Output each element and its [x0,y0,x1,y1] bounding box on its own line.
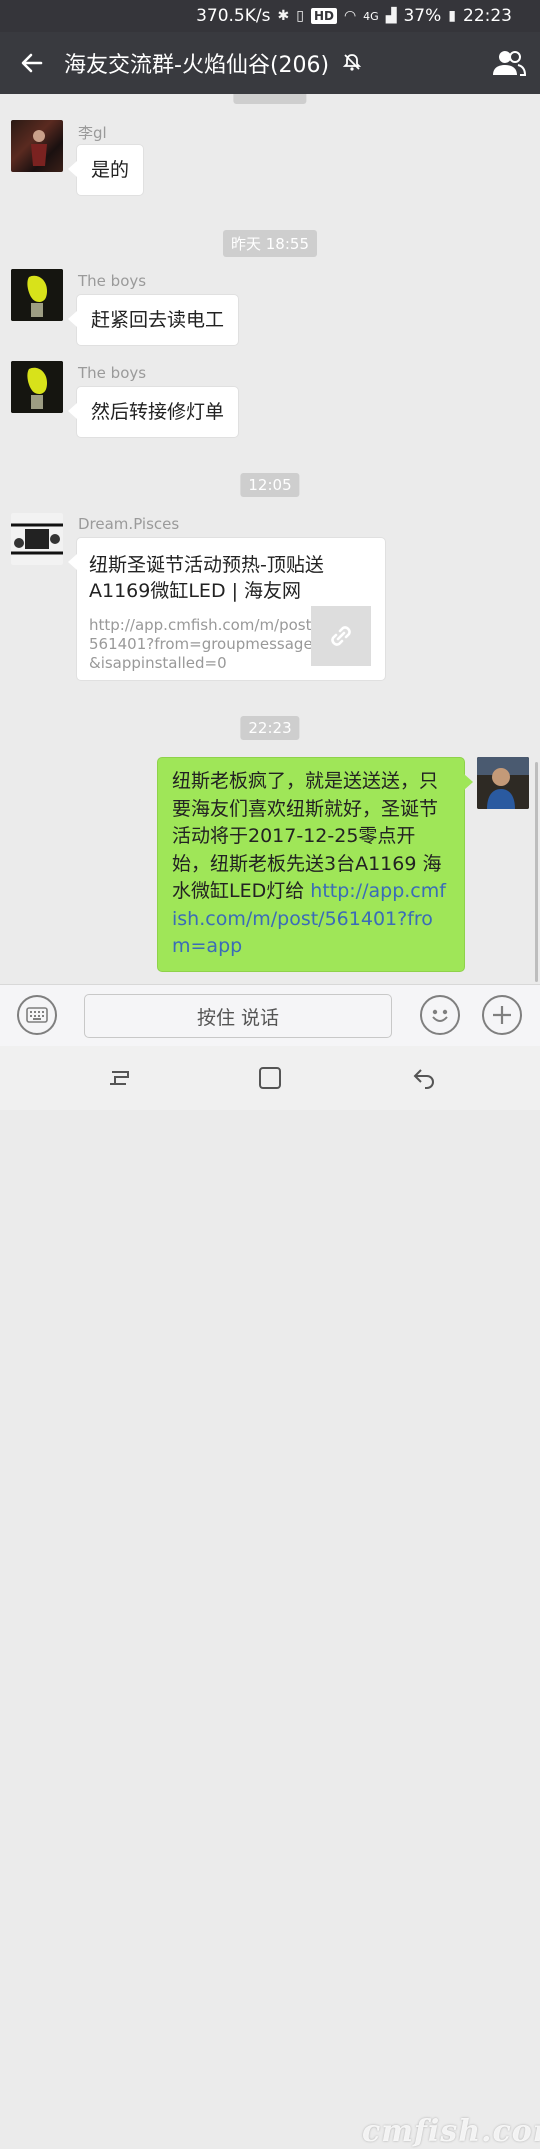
back-nav-icon [413,1069,434,1089]
system-nav-bar: cmfish.com [0,1046,540,2149]
group-members-button[interactable] [478,32,540,94]
home-button[interactable] [256,1064,284,1092]
signal-icon: ▟ [385,8,397,24]
sender-name: 李gl [78,124,107,142]
bluetooth-icon: ✱ [277,8,290,24]
avatar[interactable] [11,269,63,321]
message-bubble-self[interactable]: 纽斯老板疯了，就是送送送，只要海友们喜欢纽斯就好，圣诞节活动将于2017-12-… [157,757,473,972]
sender-name: Dream.Pisces [78,515,180,533]
chain-link-icon [331,626,351,646]
plus-icon [493,1006,511,1024]
group-name: 海友交流群-火焰仙谷(206) [64,53,330,78]
back-arrow-icon [21,53,43,73]
message-bubble[interactable]: 是的 [67,144,145,196]
status-bar: 370.5K/s ✱ ▯ HD ◠ 4G ▟ 37% ▮ 22:23 [0,0,540,32]
link-description: http://app.cmfish.com/m/post/561401?from… [89,616,317,672]
battery-level: 37% [403,6,442,26]
link-title: 纽斯圣诞节活动预热-顶贴送A1169微缸LED | 海友网 [89,554,324,602]
emoji-icon [432,1009,448,1022]
timestamp: 22:23 [240,716,300,740]
avatar[interactable] [11,120,63,172]
link-thumbnail [311,606,371,666]
group-members-icon [493,51,527,76]
recent-apps-icon [110,1071,129,1085]
more-button[interactable] [482,995,522,1035]
avatar-self[interactable] [477,757,529,809]
avatar[interactable] [11,361,63,413]
network-type: 4G [363,9,379,23]
timestamp: 昨天 18:55 [223,230,317,257]
battery-icon: ▮ [448,8,456,24]
vibrate-icon: ▯ [296,8,304,24]
message-bubble[interactable]: 然后转接修灯单 [67,386,240,438]
clock: 22:23 [463,6,512,26]
scrollbar[interactable] [535,762,538,982]
home-icon [259,1067,281,1089]
message-bubble[interactable]: 赶紧回去读电工 [67,294,240,346]
message-list[interactable]: 李gl 是的 昨天 18:55 The boys 赶紧回去读电工 The boy… [0,94,540,984]
chat-title: 海友交流群-火焰仙谷(206) [64,47,478,79]
network-speed: 370.5K/s [196,6,271,26]
timestamp-partial [233,94,307,104]
link-card[interactable]: 纽斯圣诞节活动预热-顶贴送A1169微缸LED | 海友网 http://app… [68,537,386,681]
hold-to-talk-button[interactable]: 按住 说话 [84,994,392,1038]
avatar[interactable] [11,513,63,565]
emoji-button[interactable] [420,995,460,1035]
keyboard-button[interactable] [17,995,57,1035]
input-bar: 按住 说话 [0,984,540,1046]
keyboard-icon [26,1007,48,1023]
recent-apps-button[interactable] [106,1064,134,1092]
hd-badge: HD [310,8,337,24]
timestamp: 12:05 [240,473,300,497]
sender-name: The boys [78,364,147,382]
sender-name: The boys [78,272,147,290]
back-button[interactable] [0,32,64,94]
watermark-logo: cmfish.com [362,2114,540,2149]
mute-bell-icon [342,52,362,77]
wifi-icon: ◠ [343,8,357,24]
chat-header: 海友交流群-火焰仙谷(206) [0,32,540,94]
back-nav-button[interactable] [410,1064,438,1092]
